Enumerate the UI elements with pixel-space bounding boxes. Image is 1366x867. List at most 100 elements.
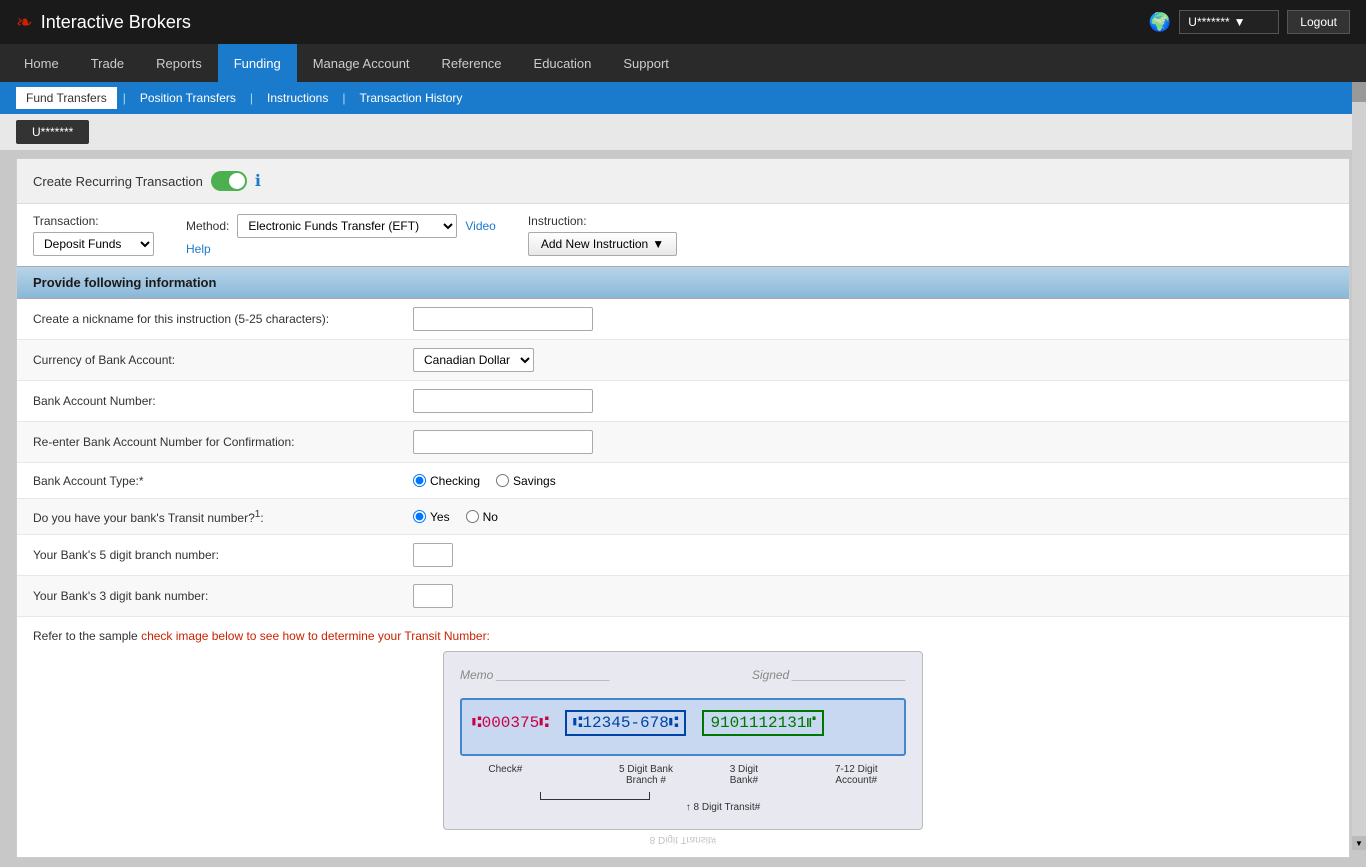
check-intro-text: Refer to the sample check image below to… — [33, 629, 1333, 643]
method-label: Method: — [186, 219, 229, 233]
bank-num-label: Your Bank's 3 digit bank number: — [33, 589, 413, 603]
checking-label[interactable]: Checking — [413, 474, 480, 488]
recurring-toggle[interactable] — [211, 171, 247, 191]
nav-funding[interactable]: Funding — [218, 44, 297, 82]
logout-button[interactable]: Logout — [1287, 10, 1350, 34]
user-id: U******* — [1188, 15, 1229, 29]
toggle-knob — [229, 173, 245, 189]
check-number: ⑆000375⑆ — [472, 714, 549, 732]
check-label-bank: 3 DigitBank# — [730, 764, 758, 786]
globe-icon: 🌍 — [1149, 12, 1171, 33]
add-instruction-label: Add New Instruction — [541, 237, 648, 251]
checking-radio[interactable] — [413, 474, 426, 487]
form-row-transit: Do you have your bank's Transit number?1… — [17, 499, 1349, 535]
sub-nav-sep-3: | — [342, 91, 345, 105]
method-select[interactable]: Electronic Funds Transfer (EFT) Wire Tra… — [237, 214, 457, 238]
section-header: Provide following information — [17, 266, 1349, 299]
video-link[interactable]: Video — [465, 219, 495, 233]
dropdown-arrow: ▼ — [1234, 15, 1246, 29]
bank-account-number-input[interactable] — [413, 389, 593, 413]
sub-nav-sep-2: | — [250, 91, 253, 105]
help-link[interactable]: Help — [186, 242, 211, 256]
sub-nav: Fund Transfers | Position Transfers | In… — [0, 82, 1366, 114]
signed-label: Signed _________________ — [752, 668, 906, 682]
recurring-label: Create Recurring Transaction — [33, 174, 203, 189]
controls-row: Transaction: Deposit Funds Withdraw Fund… — [17, 204, 1349, 266]
check-diagram: Memo _________________ Signed __________… — [443, 651, 923, 830]
check-label-account: 7-12 DigitAccount# — [835, 764, 878, 786]
account-button[interactable]: U******* — [16, 120, 89, 144]
content: Create Recurring Transaction ℹ Transacti… — [0, 150, 1366, 866]
bank-account-confirm-input[interactable] — [413, 430, 593, 454]
transit-yes-label[interactable]: Yes — [413, 510, 450, 524]
scrollbar-thumb[interactable] — [1352, 82, 1366, 102]
main-panel: Create Recurring Transaction ℹ Transacti… — [16, 158, 1350, 858]
sub-nav-fund-transfers[interactable]: Fund Transfers — [16, 87, 117, 109]
memo-label: Memo _________________ — [460, 668, 610, 682]
user-dropdown[interactable]: U******* ▼ — [1179, 10, 1279, 34]
transaction-control-row: Deposit Funds Withdraw Funds — [33, 232, 154, 256]
instruction-row: Add New Instruction ▼ — [528, 232, 677, 256]
branch-number-input[interactable] — [413, 543, 453, 567]
account-number: 9101112131⑈ — [702, 710, 824, 736]
check-intro-link[interactable]: check image below to see how to determin… — [141, 629, 490, 643]
logo-text: Interactive Brokers — [41, 12, 191, 33]
transit-no-label[interactable]: No — [466, 510, 498, 524]
account-hash: 7-12 DigitAccount# — [835, 764, 878, 786]
top-right: 🌍 U******* ▼ Logout — [1149, 10, 1350, 34]
check-area: Refer to the sample check image below to… — [17, 617, 1349, 857]
nav-home[interactable]: Home — [8, 44, 75, 82]
logo-icon: ❧ — [16, 10, 33, 35]
check-label-check: Check# — [488, 764, 522, 786]
form-row-account-number: Bank Account Number: — [17, 381, 1349, 422]
main-nav: Home Trade Reports Funding Manage Accoun… — [0, 44, 1366, 82]
branch-label: Your Bank's 5 digit branch number: — [33, 548, 413, 562]
method-group: Method: Electronic Funds Transfer (EFT) … — [186, 214, 496, 256]
transaction-group: Transaction: Deposit Funds Withdraw Fund… — [33, 214, 154, 256]
savings-label[interactable]: Savings — [496, 474, 556, 488]
branch-hash: 5 Digit BankBranch # — [619, 764, 673, 786]
currency-select[interactable]: Canadian Dollar US Dollar — [413, 348, 534, 372]
nickname-input[interactable] — [413, 307, 593, 331]
instruction-label: Instruction: — [528, 214, 677, 228]
transit-yes-radio[interactable] — [413, 510, 426, 523]
nav-education[interactable]: Education — [518, 44, 608, 82]
sub-nav-position-transfers[interactable]: Position Transfers — [132, 87, 244, 109]
sub-nav-transaction-history[interactable]: Transaction History — [351, 87, 470, 109]
check-label-branch: 5 Digit BankBranch # — [619, 764, 673, 786]
transit-hash: ↑ 8 Digit Transit# — [686, 802, 760, 813]
nav-reference[interactable]: Reference — [426, 44, 518, 82]
form-row-account-type: Bank Account Type:* Checking Savings — [17, 463, 1349, 499]
savings-radio[interactable] — [496, 474, 509, 487]
nav-reports[interactable]: Reports — [140, 44, 218, 82]
check-hash: Check# — [488, 764, 522, 775]
form-row-bank-num: Your Bank's 3 digit bank number: — [17, 576, 1349, 617]
transaction-select[interactable]: Deposit Funds Withdraw Funds — [33, 232, 154, 256]
account-bar: U******* — [0, 114, 1366, 150]
nav-manage-account[interactable]: Manage Account — [297, 44, 426, 82]
recurring-bar: Create Recurring Transaction ℹ — [17, 159, 1349, 204]
transit-question-label: Do you have your bank's Transit number?1… — [33, 509, 413, 525]
transit-reversed: 8 Digit Transit# — [33, 834, 1333, 845]
sub-nav-sep-1: | — [123, 91, 126, 105]
bank-number-input[interactable] — [413, 584, 453, 608]
account-type-label: Bank Account Type:* — [33, 474, 413, 488]
scrollbar: ▲ ▼ — [1352, 82, 1366, 850]
nav-support[interactable]: Support — [607, 44, 685, 82]
sub-nav-instructions[interactable]: Instructions — [259, 87, 336, 109]
form-row-branch: Your Bank's 5 digit branch number: — [17, 535, 1349, 576]
transit-label-area: ↑ 8 Digit Transit# — [460, 792, 906, 813]
form-row-nickname: Create a nickname for this instruction (… — [17, 299, 1349, 340]
currency-label: Currency of Bank Account: — [33, 353, 413, 367]
instruction-group: Instruction: Add New Instruction ▼ — [528, 214, 677, 256]
nav-trade[interactable]: Trade — [75, 44, 140, 82]
nickname-label: Create a nickname for this instruction (… — [33, 312, 413, 326]
add-instruction-arrow: ▼ — [652, 237, 664, 251]
account-number-label: Bank Account Number: — [33, 394, 413, 408]
transit-no-radio[interactable] — [466, 510, 479, 523]
check-numbers: ⑆000375⑆ ⑆12345-678⑆ 9101112131⑈ — [472, 710, 894, 736]
add-instruction-button[interactable]: Add New Instruction ▼ — [528, 232, 677, 256]
info-icon[interactable]: ℹ — [255, 171, 261, 191]
account-type-radio-group: Checking Savings — [413, 474, 556, 488]
logo-area: ❧ Interactive Brokers — [16, 10, 191, 35]
